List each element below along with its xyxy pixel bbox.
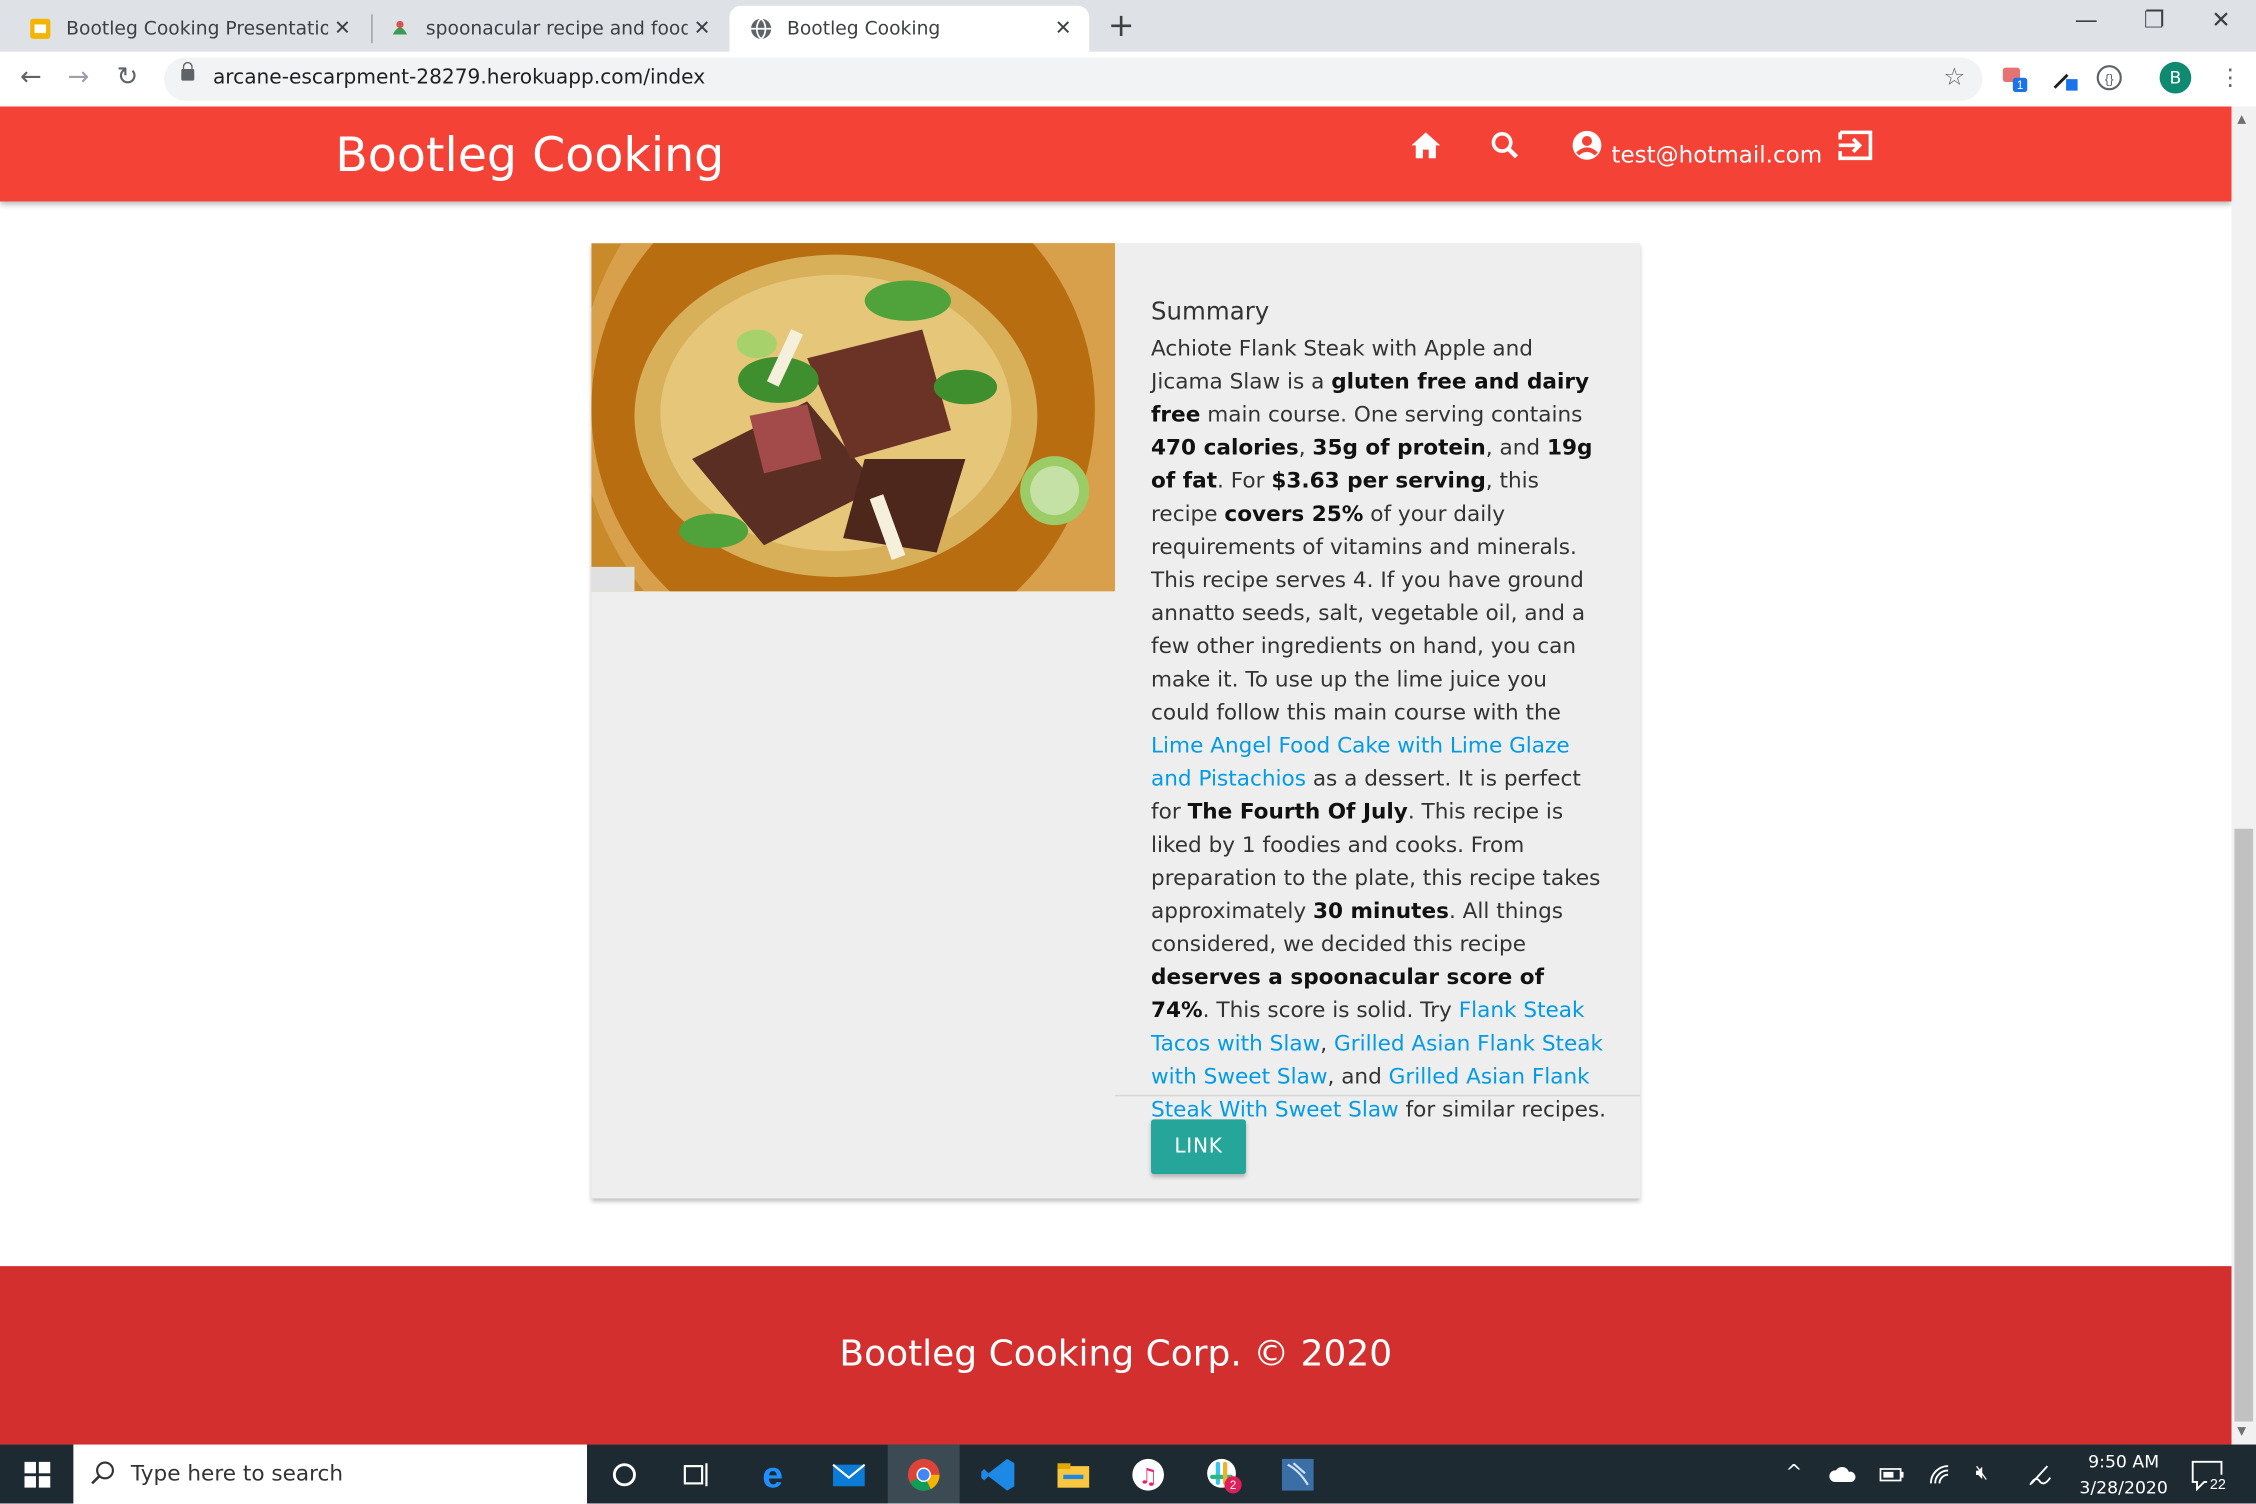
lock-icon	[181, 61, 195, 81]
browser-tab-strip: Bootleg Cooking Presentation - G ✕ spoon…	[0, 0, 2256, 52]
page-viewport: Bootleg Cooking test@hotmail.com Summary…	[0, 106, 2232, 1445]
profile-avatar[interactable]: B	[2159, 61, 2192, 94]
url-text: arcane-escarpment-28279.herokuapp.com/in…	[212, 66, 706, 90]
close-window-icon[interactable]: ✕	[2211, 6, 2230, 33]
search-icon	[91, 1461, 115, 1485]
taskbar-search-box[interactable]: Type here to search	[73, 1444, 588, 1504]
globe-icon	[751, 18, 772, 40]
itunes-icon[interactable]: ♫	[1129, 1456, 1166, 1493]
clock-time: 9:50 AM	[2088, 1451, 2160, 1472]
summary-segment: ,	[1320, 1030, 1334, 1057]
slides-icon	[30, 18, 51, 39]
browser-menu-icon[interactable]: ⋮	[2219, 63, 2242, 90]
restore-icon[interactable]: ❐	[2144, 6, 2165, 33]
recipe-card: Summary Achiote Flank Steak with Apple a…	[591, 243, 1641, 1200]
summary-segment: of your daily requirements of vitamins a…	[1151, 500, 1586, 726]
system-clock[interactable]: 9:50 AM 3/28/2020	[2072, 1449, 2176, 1501]
volume-muted-icon[interactable]: 🔇︎	[1975, 1462, 1988, 1485]
minimize-icon[interactable]: —	[2075, 6, 2098, 33]
forward-icon[interactable]: →	[68, 62, 90, 92]
taskbar-search-placeholder: Type here to search	[130, 1460, 344, 1487]
logout-icon[interactable]	[1837, 129, 1874, 161]
code-extension-icon[interactable]: {}	[2095, 63, 2124, 92]
reload-icon[interactable]: ↻	[117, 62, 139, 92]
windows-start-icon[interactable]	[24, 1461, 51, 1488]
notifications-icon[interactable]: 22	[2190, 1459, 2230, 1494]
summary-segment: . This score is solid. Try	[1202, 997, 1459, 1023]
database-tool-icon[interactable]	[1279, 1456, 1316, 1493]
scroll-up-icon[interactable]: ▲	[2237, 112, 2246, 125]
user-email[interactable]: test@hotmail.com	[1611, 141, 1822, 168]
tab-bootleg-cooking[interactable]: Bootleg Cooking ✕	[729, 5, 1090, 52]
tab-slides[interactable]: Bootleg Cooking Presentation - G ✕	[0, 6, 368, 52]
recipe-card-content: Summary Achiote Flank Steak with Apple a…	[1115, 243, 1641, 1200]
new-tab-icon[interactable]: +	[1108, 9, 1135, 45]
pen-icon[interactable]	[2027, 1463, 2053, 1486]
battery-icon[interactable]	[1879, 1466, 1905, 1483]
summary-highlight: covers 25%	[1224, 500, 1364, 527]
chrome-icon	[907, 1458, 940, 1491]
screen: Bootleg Cooking Presentation - G ✕ spoon…	[0, 0, 2256, 1504]
tab-title: Bootleg Cooking	[787, 17, 941, 40]
onedrive-icon[interactable]	[1829, 1466, 1858, 1483]
clock-date: 3/28/2020	[2079, 1477, 2168, 1498]
footer-copyright: Bootleg Cooking Corp. © 2020	[839, 1332, 1393, 1375]
svg-text:{}: {}	[2105, 71, 2114, 86]
summary-segment: . For	[1217, 467, 1272, 494]
card-action: LINK	[1115, 1094, 1641, 1200]
svg-text:2: 2	[1230, 1480, 1236, 1492]
home-icon[interactable]	[1410, 131, 1442, 160]
bookmark-star-icon[interactable]: ☆	[1943, 63, 1965, 92]
tab-title: Bootleg Cooking Presentation - G	[66, 17, 328, 40]
address-bar[interactable]: arcane-escarpment-28279.herokuapp.com/in…	[164, 57, 1983, 101]
close-tab-icon[interactable]: ✕	[1049, 17, 1078, 40]
browser-toolbar: ← → ↻ arcane-escarpment-28279.herokuapp.…	[0, 51, 2256, 108]
recipe-photo	[591, 243, 1116, 592]
svg-text:1: 1	[2017, 80, 2023, 92]
tab-title: spoonacular recipe and food API	[425, 17, 688, 40]
summary-segment: , and	[1327, 1063, 1389, 1090]
brand-logo[interactable]: Bootleg Cooking	[335, 127, 724, 183]
summary-segment: ,	[1298, 434, 1313, 461]
spoonacular-icon	[392, 20, 408, 35]
summary-highlight: The Fourth Of July	[1187, 798, 1408, 825]
summary-text: Achiote Flank Steak with Apple and Jicam…	[1151, 332, 1609, 1126]
close-tab-icon[interactable]: ✕	[328, 17, 357, 40]
page-scrollbar[interactable]: ▲ ▼	[2231, 106, 2256, 1445]
summary-highlight: $3.63 per serving	[1271, 467, 1486, 494]
slack-icon[interactable]: 2	[1204, 1456, 1242, 1494]
search-icon[interactable]	[1491, 131, 1520, 160]
chrome-taskbar-active[interactable]	[887, 1444, 960, 1504]
summary-highlight: 470 calories	[1151, 434, 1299, 461]
file-explorer-icon[interactable]	[1055, 1456, 1092, 1493]
tab-spoonacular[interactable]: spoonacular recipe and food API ✕	[360, 6, 728, 52]
scrollbar-thumb[interactable]	[2234, 828, 2254, 1422]
account-circle-icon[interactable]	[1571, 129, 1603, 161]
app-header: Bootleg Cooking test@hotmail.com	[0, 106, 2232, 202]
wifi-icon[interactable]	[1928, 1463, 1954, 1486]
back-icon[interactable]: ←	[20, 62, 42, 92]
summary-highlight: 35g of protein	[1312, 434, 1486, 461]
cortana-icon[interactable]	[606, 1456, 643, 1493]
extension-icon[interactable]: 1	[2000, 63, 2029, 93]
vscode-icon[interactable]	[980, 1456, 1017, 1493]
close-tab-icon[interactable]: ✕	[688, 17, 717, 40]
svg-text:22: 22	[2210, 1477, 2226, 1493]
page-footer: Bootleg Cooking Corp. © 2020	[0, 1266, 2232, 1445]
svg-text:♫: ♫	[1138, 1464, 1157, 1489]
summary-segment: main course. One serving contains	[1200, 401, 1583, 428]
mail-icon[interactable]	[830, 1456, 867, 1493]
svg-text:e: e	[762, 1456, 783, 1493]
summary-title: Summary	[1151, 297, 1270, 327]
task-view-icon[interactable]	[678, 1456, 715, 1493]
summary-highlight: 30 minutes	[1312, 897, 1449, 924]
scroll-down-icon[interactable]: ▼	[2237, 1424, 2246, 1437]
summary-segment: , and	[1485, 434, 1548, 461]
edge-icon[interactable]: e	[754, 1456, 791, 1493]
recipe-image	[591, 243, 1116, 592]
eyedropper-extension-icon[interactable]	[2050, 63, 2079, 92]
show-hidden-icons[interactable]: ^	[1786, 1462, 1803, 1485]
link-button[interactable]: LINK	[1151, 1119, 1246, 1175]
windows-taskbar: Type here to search e ♫ 2 ^ 🔇︎ 9:50 AM 3…	[0, 1444, 2256, 1504]
